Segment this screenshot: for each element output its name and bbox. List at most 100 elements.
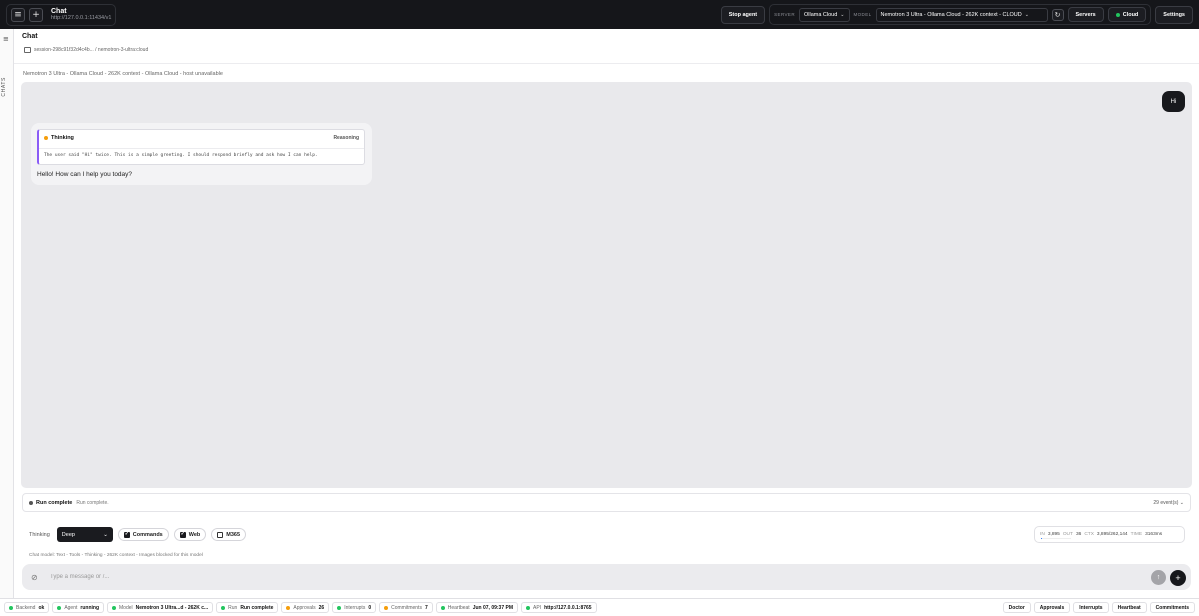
status-dot-icon xyxy=(112,605,116,610)
breadcrumb-text[interactable]: session-298c91f32d4c4b... / nemotron-3-u… xyxy=(34,47,148,53)
footer-approvals-value: 26 xyxy=(318,604,325,611)
heartbeat-button[interactable]: Heartbeat xyxy=(1111,602,1147,613)
footer-model[interactable]: Model Nemotron 3 Ultra...d - 262K c... xyxy=(107,602,214,613)
chevron-down-icon: ⌄ xyxy=(1179,500,1184,506)
new-chat-button[interactable]: + xyxy=(29,7,43,22)
send-button[interactable]: ↑ xyxy=(1151,570,1166,585)
m365-toggle[interactable]: M365 xyxy=(211,528,247,541)
server-select[interactable]: Ollama Cloud ⌄ xyxy=(798,7,850,22)
model-select-value: Nemotron 3 Ultra - Ollama Cloud - 262K c… xyxy=(880,11,1022,18)
settings-button[interactable]: Settings xyxy=(1155,5,1193,24)
plus-icon: + xyxy=(1175,573,1181,583)
arrow-up-icon: ↑ xyxy=(1156,574,1161,581)
footer-model-key: Model xyxy=(119,604,133,611)
run-status-dot-icon xyxy=(29,501,33,505)
attach-icon[interactable]: ⊘ xyxy=(31,573,38,582)
token-stats: IN 3,895 OUT 36 CTX 3,895/262,144 TIME 3… xyxy=(1034,526,1185,543)
menu-icon[interactable]: ≡ xyxy=(11,7,25,22)
thinking-text: The user said "Hi" twice. This is a simp… xyxy=(44,153,318,158)
cloud-status-button[interactable]: Cloud xyxy=(1107,7,1147,22)
cloud-label: Cloud xyxy=(1122,11,1139,18)
run-status-bar[interactable]: Run complete Run complete. 29 event(s) ⌄ xyxy=(22,493,1191,512)
add-button[interactable]: + xyxy=(1170,570,1186,586)
server-model-group: SERVER Ollama Cloud ⌄ MODEL Nemotron 3 U… xyxy=(769,4,1152,25)
thinking-divider xyxy=(39,148,364,149)
thinking-dot-icon xyxy=(44,136,48,140)
stat-ctx-value: 3,895/262,144 xyxy=(1096,532,1128,537)
thinking-title: Thinking xyxy=(51,135,74,141)
chevron-down-icon: ⌄ xyxy=(1024,11,1029,18)
doctor-button[interactable]: Doctor xyxy=(1002,602,1031,613)
status-dot-icon xyxy=(526,605,530,610)
reasoning-tag: Reasoning xyxy=(333,135,359,141)
thinking-header: Thinking xyxy=(44,135,74,141)
stat-in-value: 3,895 xyxy=(1047,532,1060,537)
footer-run-value: Run complete xyxy=(240,604,274,611)
refresh-icon[interactable]: ↻ xyxy=(1051,8,1064,21)
footer-commitments-key: Commitments xyxy=(391,604,422,611)
run-events-toggle[interactable]: 29 event(s) ⌄ xyxy=(1153,500,1184,506)
chevron-down-icon: ⌄ xyxy=(840,11,845,18)
status-dot-icon xyxy=(384,605,389,610)
web-toggle[interactable]: ✓ Web xyxy=(173,528,207,541)
footer-heartbeat-key: Heartbeat xyxy=(447,604,470,611)
footer-heartbeat[interactable]: Heartbeat Jun 07, 09:37 PM xyxy=(435,602,518,613)
status-footer: Backend ok Agent running Model Nemotron … xyxy=(0,598,1199,616)
top-right-group: Stop agent SERVER Ollama Cloud ⌄ MODEL N… xyxy=(720,4,1193,25)
footer-backend-key: Backend xyxy=(16,604,36,611)
footer-backend[interactable]: Backend ok xyxy=(4,602,50,613)
checkbox-checked-icon: ✓ xyxy=(179,531,186,538)
footer-commitments[interactable]: Commitments 7 xyxy=(379,602,433,613)
run-status-label: Run complete xyxy=(36,500,73,506)
status-dot-icon xyxy=(221,605,226,610)
app-title-block: Chat http://127.0.0.1:11434/v1 xyxy=(51,8,111,22)
status-dot-icon xyxy=(440,605,445,610)
thinking-panel[interactable]: Thinking Reasoning The user said "Hi" tw… xyxy=(37,129,365,165)
footer-actions: Doctor Approvals Interrupts Heartbeat Co… xyxy=(1002,602,1195,613)
commitments-button[interactable]: Commitments xyxy=(1149,602,1195,613)
stat-time-label: TIME xyxy=(1130,532,1143,537)
stat-out-label: OUT xyxy=(1062,532,1073,537)
assistant-reply: Hello! How can I help you today? xyxy=(37,171,133,178)
footer-interrupts[interactable]: Interrupts 0 xyxy=(332,602,377,613)
context-usage-bar xyxy=(1041,538,1071,539)
approvals-button[interactable]: Approvals xyxy=(1033,602,1071,613)
message-input[interactable] xyxy=(50,570,1130,584)
footer-agent-key: Agent xyxy=(64,604,78,611)
footer-api[interactable]: API http://127.0.0.1:8765 xyxy=(521,602,597,613)
rail-menu-icon[interactable]: ≡ xyxy=(3,35,9,43)
footer-model-value: Nemotron 3 Ultra...d - 262K c... xyxy=(135,604,209,611)
user-message: Hi xyxy=(1162,91,1185,112)
checkbox-unchecked-icon xyxy=(217,531,224,538)
message-composer: ⊘ ↑ + xyxy=(22,564,1191,590)
top-left-group: ≡ + Chat http://127.0.0.1:11434/v1 xyxy=(6,3,117,26)
interrupts-button[interactable]: Interrupts xyxy=(1073,602,1109,613)
commands-toggle[interactable]: ✓ Commands xyxy=(117,528,169,541)
footer-approvals[interactable]: Approvals 26 xyxy=(281,602,330,613)
conversation-area[interactable]: Hi Thinking Reasoning The user said "Hi"… xyxy=(21,82,1192,488)
footer-api-value: http://127.0.0.1:8765 xyxy=(544,604,592,611)
top-bar: ≡ + Chat http://127.0.0.1:11434/v1 Stop … xyxy=(0,0,1199,29)
web-label: Web xyxy=(188,531,201,538)
footer-run[interactable]: Run Run complete xyxy=(216,602,279,613)
server-label: SERVER xyxy=(774,12,795,17)
thinking-select[interactable]: Deep ⌄ xyxy=(56,527,113,542)
footer-agent[interactable]: Agent running xyxy=(52,602,104,613)
page-title: Chat xyxy=(22,33,38,40)
thinking-select-value: Deep xyxy=(61,531,75,538)
model-label: MODEL xyxy=(853,12,872,17)
thinking-select-label: Thinking xyxy=(29,531,50,538)
model-select[interactable]: Nemotron 3 Ultra - Ollama Cloud - 262K c… xyxy=(875,7,1048,22)
status-dot-icon xyxy=(1115,12,1120,17)
stop-agent-button[interactable]: Stop agent xyxy=(720,5,766,24)
footer-interrupts-key: Interrupts xyxy=(344,604,366,611)
run-status-sub: Run complete. xyxy=(76,500,109,506)
status-dot-icon xyxy=(286,605,291,610)
footer-agent-value: running xyxy=(80,604,99,611)
chats-rail-label[interactable]: CHATS xyxy=(1,77,7,97)
stat-time-value: 3163ms xyxy=(1145,532,1163,537)
footer-backend-value: ok xyxy=(38,604,45,611)
stat-out-value: 36 xyxy=(1075,532,1082,537)
servers-button[interactable]: Servers xyxy=(1067,7,1104,22)
server-select-value: Ollama Cloud xyxy=(803,11,838,18)
